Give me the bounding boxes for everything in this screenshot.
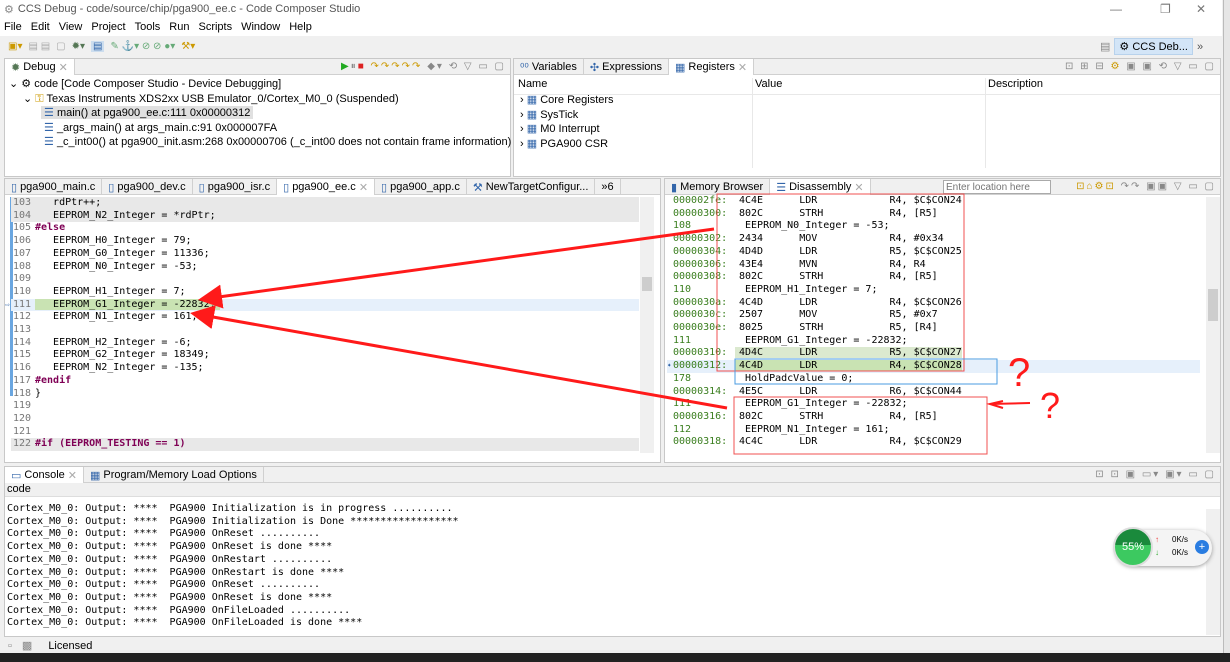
question-mark-2: ? <box>1040 385 1060 426</box>
annotation-arrow-3 <box>990 401 1030 408</box>
annotation-arrow-1 <box>204 229 714 299</box>
annotation-box-lower <box>734 397 987 454</box>
annotation-overlay: ? ? <box>0 0 1230 662</box>
annotation-arrow-2 <box>196 314 727 408</box>
question-mark-1: ? <box>1008 351 1030 395</box>
annotation-box-upper <box>717 194 964 371</box>
